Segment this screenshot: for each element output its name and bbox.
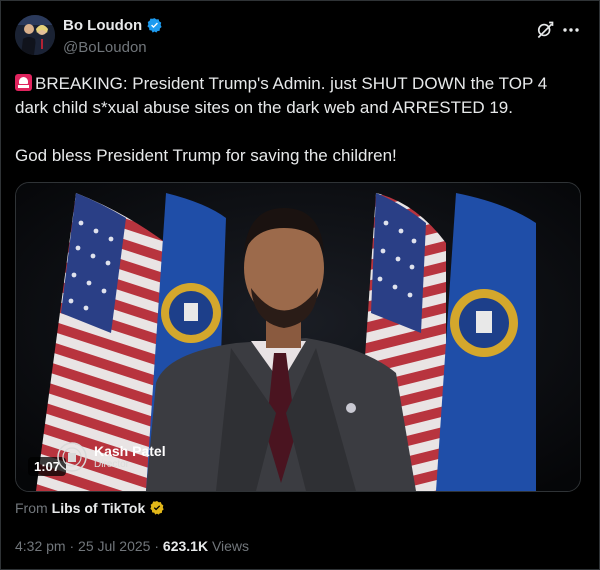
avatar[interactable] bbox=[15, 15, 55, 55]
lower-third-title: Director bbox=[94, 459, 130, 470]
tweet-line-1-text: BREAKING: President Trump's Admin. just … bbox=[35, 74, 548, 93]
verified-badge-icon bbox=[147, 18, 162, 33]
author-display-name[interactable]: Bo Loudon bbox=[63, 17, 142, 34]
meta-separator: · bbox=[69, 538, 75, 554]
source-account-link[interactable]: Libs of TikTok bbox=[52, 500, 146, 516]
avatar-image bbox=[15, 15, 55, 55]
video-lower-third: Kash Patel Director bbox=[56, 441, 166, 473]
tweet-line-2: dark child s*xual abuse sites on the dar… bbox=[15, 98, 513, 117]
more-options-icon[interactable] bbox=[561, 20, 581, 40]
from-label: From bbox=[15, 500, 48, 516]
gold-verified-icon bbox=[150, 501, 164, 515]
video-source-row: From Libs of TikTok bbox=[15, 500, 165, 516]
tweet-line-1: BREAKING: President Trump's Admin. just … bbox=[15, 72, 575, 96]
tweet-date[interactable]: 25 Jul 2025 bbox=[78, 538, 150, 554]
grok-icon[interactable] bbox=[535, 20, 555, 40]
fbi-seal-icon bbox=[57, 442, 87, 472]
views-count: 623.1K bbox=[162, 538, 209, 554]
views-label: Views bbox=[211, 538, 250, 554]
author-name-row[interactable]: Bo Loudon bbox=[63, 17, 163, 34]
tweet-meta: 4:32 pm · 25 Jul 2025 · 623.1K Views bbox=[15, 538, 249, 554]
rotating-light-icon bbox=[15, 74, 32, 91]
tweet-text: BREAKING: President Trump's Admin. just … bbox=[15, 72, 575, 168]
tweet-line-3: God bless President Trump for saving the… bbox=[15, 146, 397, 165]
meta-separator: · bbox=[154, 538, 160, 554]
author-handle[interactable]: @BoLoudon bbox=[63, 39, 147, 56]
lower-third-name: Kash Patel bbox=[94, 443, 166, 459]
tweet-time[interactable]: 4:32 pm bbox=[15, 538, 66, 554]
